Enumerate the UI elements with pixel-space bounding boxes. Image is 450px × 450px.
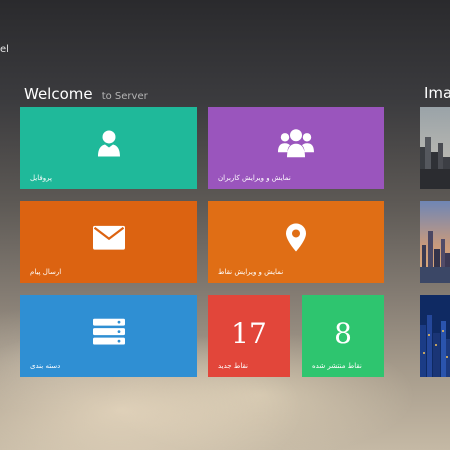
images-heading: Imag (424, 84, 450, 102)
tile-users[interactable]: نمایش و ویرایش کاربران (208, 107, 384, 189)
users-icon (278, 128, 314, 162)
tile-published-points-label: نقاط منتشر شده (312, 362, 362, 370)
corner-label: el (0, 44, 8, 55)
image-thumbnail-city-day[interactable] (420, 107, 450, 189)
server-icon (92, 318, 125, 349)
tile-category-label: دسته بندی (30, 362, 61, 370)
tile-profile-label: پروفایل (30, 174, 52, 182)
tile-profile[interactable]: پروفایل (20, 107, 197, 189)
tile-send-message[interactable]: ارسال پیام (20, 201, 197, 283)
tile-category[interactable]: دسته بندی (20, 295, 197, 377)
welcome-heading: Welcome to Server (24, 84, 148, 103)
tile-new-points[interactable]: 17 نقاط جدید (208, 295, 290, 377)
welcome-title: Welcome (24, 85, 93, 103)
user-icon (96, 129, 122, 161)
welcome-subtitle: to Server (101, 91, 148, 102)
tile-points[interactable]: نمایش و ویرایش نقاط (208, 201, 384, 283)
envelope-icon (92, 225, 125, 254)
tile-users-label: نمایش و ویرایش کاربران (218, 174, 291, 182)
image-thumbnail-city-night[interactable] (420, 295, 450, 377)
map-marker-icon (286, 223, 306, 255)
tile-send-message-label: ارسال پیام (30, 268, 62, 276)
tile-new-points-label: نقاط جدید (218, 362, 248, 370)
tile-points-label: نمایش و ویرایش نقاط (218, 268, 284, 276)
image-thumbnail-city-sunset[interactable] (420, 201, 450, 283)
new-points-count: 17 (231, 317, 267, 350)
tile-published-points[interactable]: 8 نقاط منتشر شده (302, 295, 384, 377)
published-points-count: 8 (334, 317, 352, 350)
